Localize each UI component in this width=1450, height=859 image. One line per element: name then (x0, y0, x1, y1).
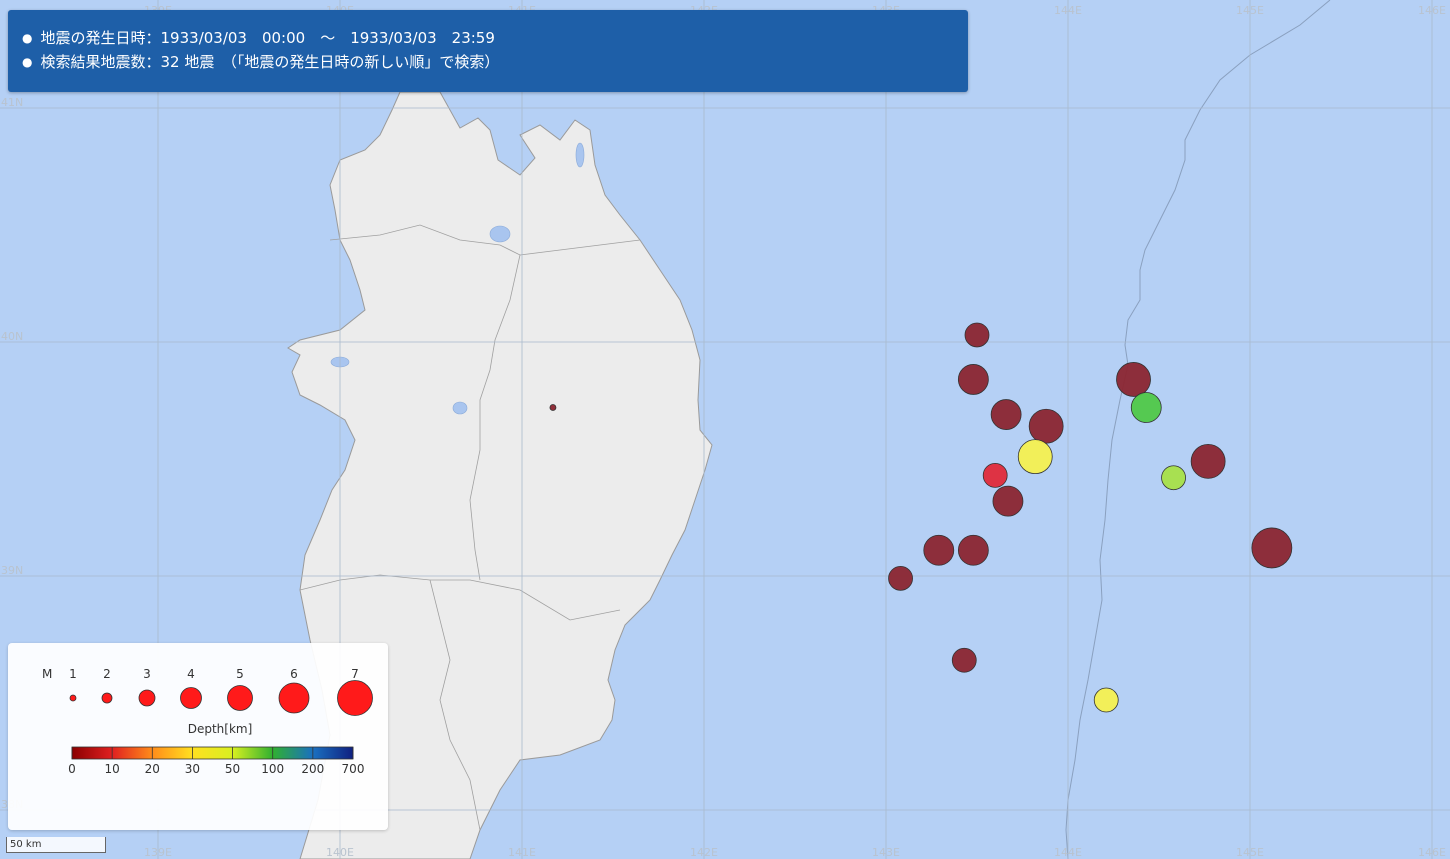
lat-label: 39N (1, 564, 23, 577)
depth-tick-label: 0 (68, 762, 76, 776)
lon-label-bottom: 139E (144, 846, 172, 859)
scale-label: 50 km (10, 839, 42, 850)
earthquake-marker[interactable] (957, 364, 989, 395)
lon-label-bottom: 144E (1054, 846, 1082, 859)
earthquake-marker[interactable] (990, 399, 1022, 430)
magnitude-label: 5 (236, 667, 244, 681)
lon-label-bottom: 145E (1236, 846, 1264, 859)
bullet-icon: ● (22, 31, 33, 45)
legend-panel: M 1 2 3 4 5 6 7 Depth[km] 0 10 20 30 50 100 200 700 (8, 643, 388, 830)
lat-label: 40N (1, 330, 23, 343)
depth-legend-title: Depth[km] (188, 722, 253, 736)
magnitude-circle (337, 680, 373, 716)
earthquake-marker[interactable] (964, 322, 990, 348)
earthquake-marker[interactable] (1093, 687, 1119, 713)
magnitude-label: 4 (187, 667, 195, 681)
magnitude-label: 7 (351, 667, 359, 681)
info-date-range: ● 地震の発生日時 ： 1933/03/03 00:00 ～ 1933/03/0… (22, 26, 968, 50)
earthquake-marker[interactable] (957, 534, 989, 566)
lon-label-top: 145E (1236, 4, 1264, 17)
result-count-value: 32 地震 （「地震の発生日時の新しい順」で検索） (160, 53, 500, 71)
earthquake-marker[interactable] (1161, 465, 1186, 491)
lon-label-bottom: 146E (1418, 846, 1446, 859)
result-count-separator: ： (145, 53, 161, 71)
magnitude-circle (69, 694, 77, 702)
earthquake-marker[interactable] (1116, 362, 1151, 397)
lon-label-bottom: 142E (690, 846, 718, 859)
earthquake-marker[interactable] (549, 404, 557, 411)
magnitude-circle (180, 687, 202, 709)
lon-label-top: 146E (1418, 4, 1446, 17)
earthquake-marker[interactable] (923, 534, 955, 566)
lat-label: 41N (1, 96, 23, 109)
magnitude-circle (101, 692, 113, 704)
earthquake-marker[interactable] (1251, 527, 1293, 569)
earthquake-marker[interactable] (1130, 392, 1162, 423)
info-result-count: ● 検索結果地震数 ： 32 地震 （「地震の発生日時の新しい順」で検索） (22, 50, 968, 74)
depth-tick-label: 100 (261, 762, 284, 776)
earthquake-marker[interactable] (992, 485, 1024, 517)
depth-color-bar (71, 746, 354, 760)
date-range-separator: ： (145, 29, 161, 47)
legend-graphic: M 1 2 3 4 5 6 7 Depth[km] 0 10 20 30 50 100 200 700 (42, 667, 373, 776)
depth-tick-label: 50 (225, 762, 240, 776)
earthquake-marker[interactable] (1028, 408, 1064, 444)
date-range-label: 地震の発生日時 (40, 29, 146, 47)
magnitude-circle (138, 689, 156, 707)
earthquake-marker[interactable] (982, 462, 1008, 488)
magnitude-label: 6 (290, 667, 298, 681)
scale-bar: 50 km (6, 837, 106, 853)
lon-label-bottom: 140E (326, 846, 354, 859)
magnitude-label: 1 (69, 667, 77, 681)
earthquake-marker[interactable] (888, 565, 913, 591)
magnitude-circle (278, 682, 310, 714)
earthquake-marker[interactable] (1190, 443, 1226, 479)
lon-label-bottom: 143E (872, 846, 900, 859)
magnitude-label: 2 (103, 667, 111, 681)
depth-tick-label: 30 (185, 762, 200, 776)
search-info-panel: ● 地震の発生日時 ： 1933/03/03 00:00 ～ 1933/03/0… (8, 10, 968, 92)
lon-label-top: 144E (1054, 4, 1082, 17)
earthquake-marker[interactable] (951, 647, 977, 673)
lon-label-bottom: 141E (508, 846, 536, 859)
date-range-value: 1933/03/03 00:00 ～ 1933/03/03 23:59 (160, 29, 495, 47)
depth-tick-label: 700 (342, 762, 365, 776)
depth-tick-label: 20 (145, 762, 160, 776)
magnitude-legend-title: M (42, 667, 52, 681)
bullet-icon: ● (22, 55, 33, 69)
result-count-label: 検索結果地震数 (40, 53, 146, 71)
depth-tick-label: 10 (105, 762, 120, 776)
magnitude-circle (227, 685, 253, 711)
depth-tick-label: 200 (301, 762, 324, 776)
earthquake-marker[interactable] (1017, 439, 1053, 475)
magnitude-label: 3 (143, 667, 151, 681)
